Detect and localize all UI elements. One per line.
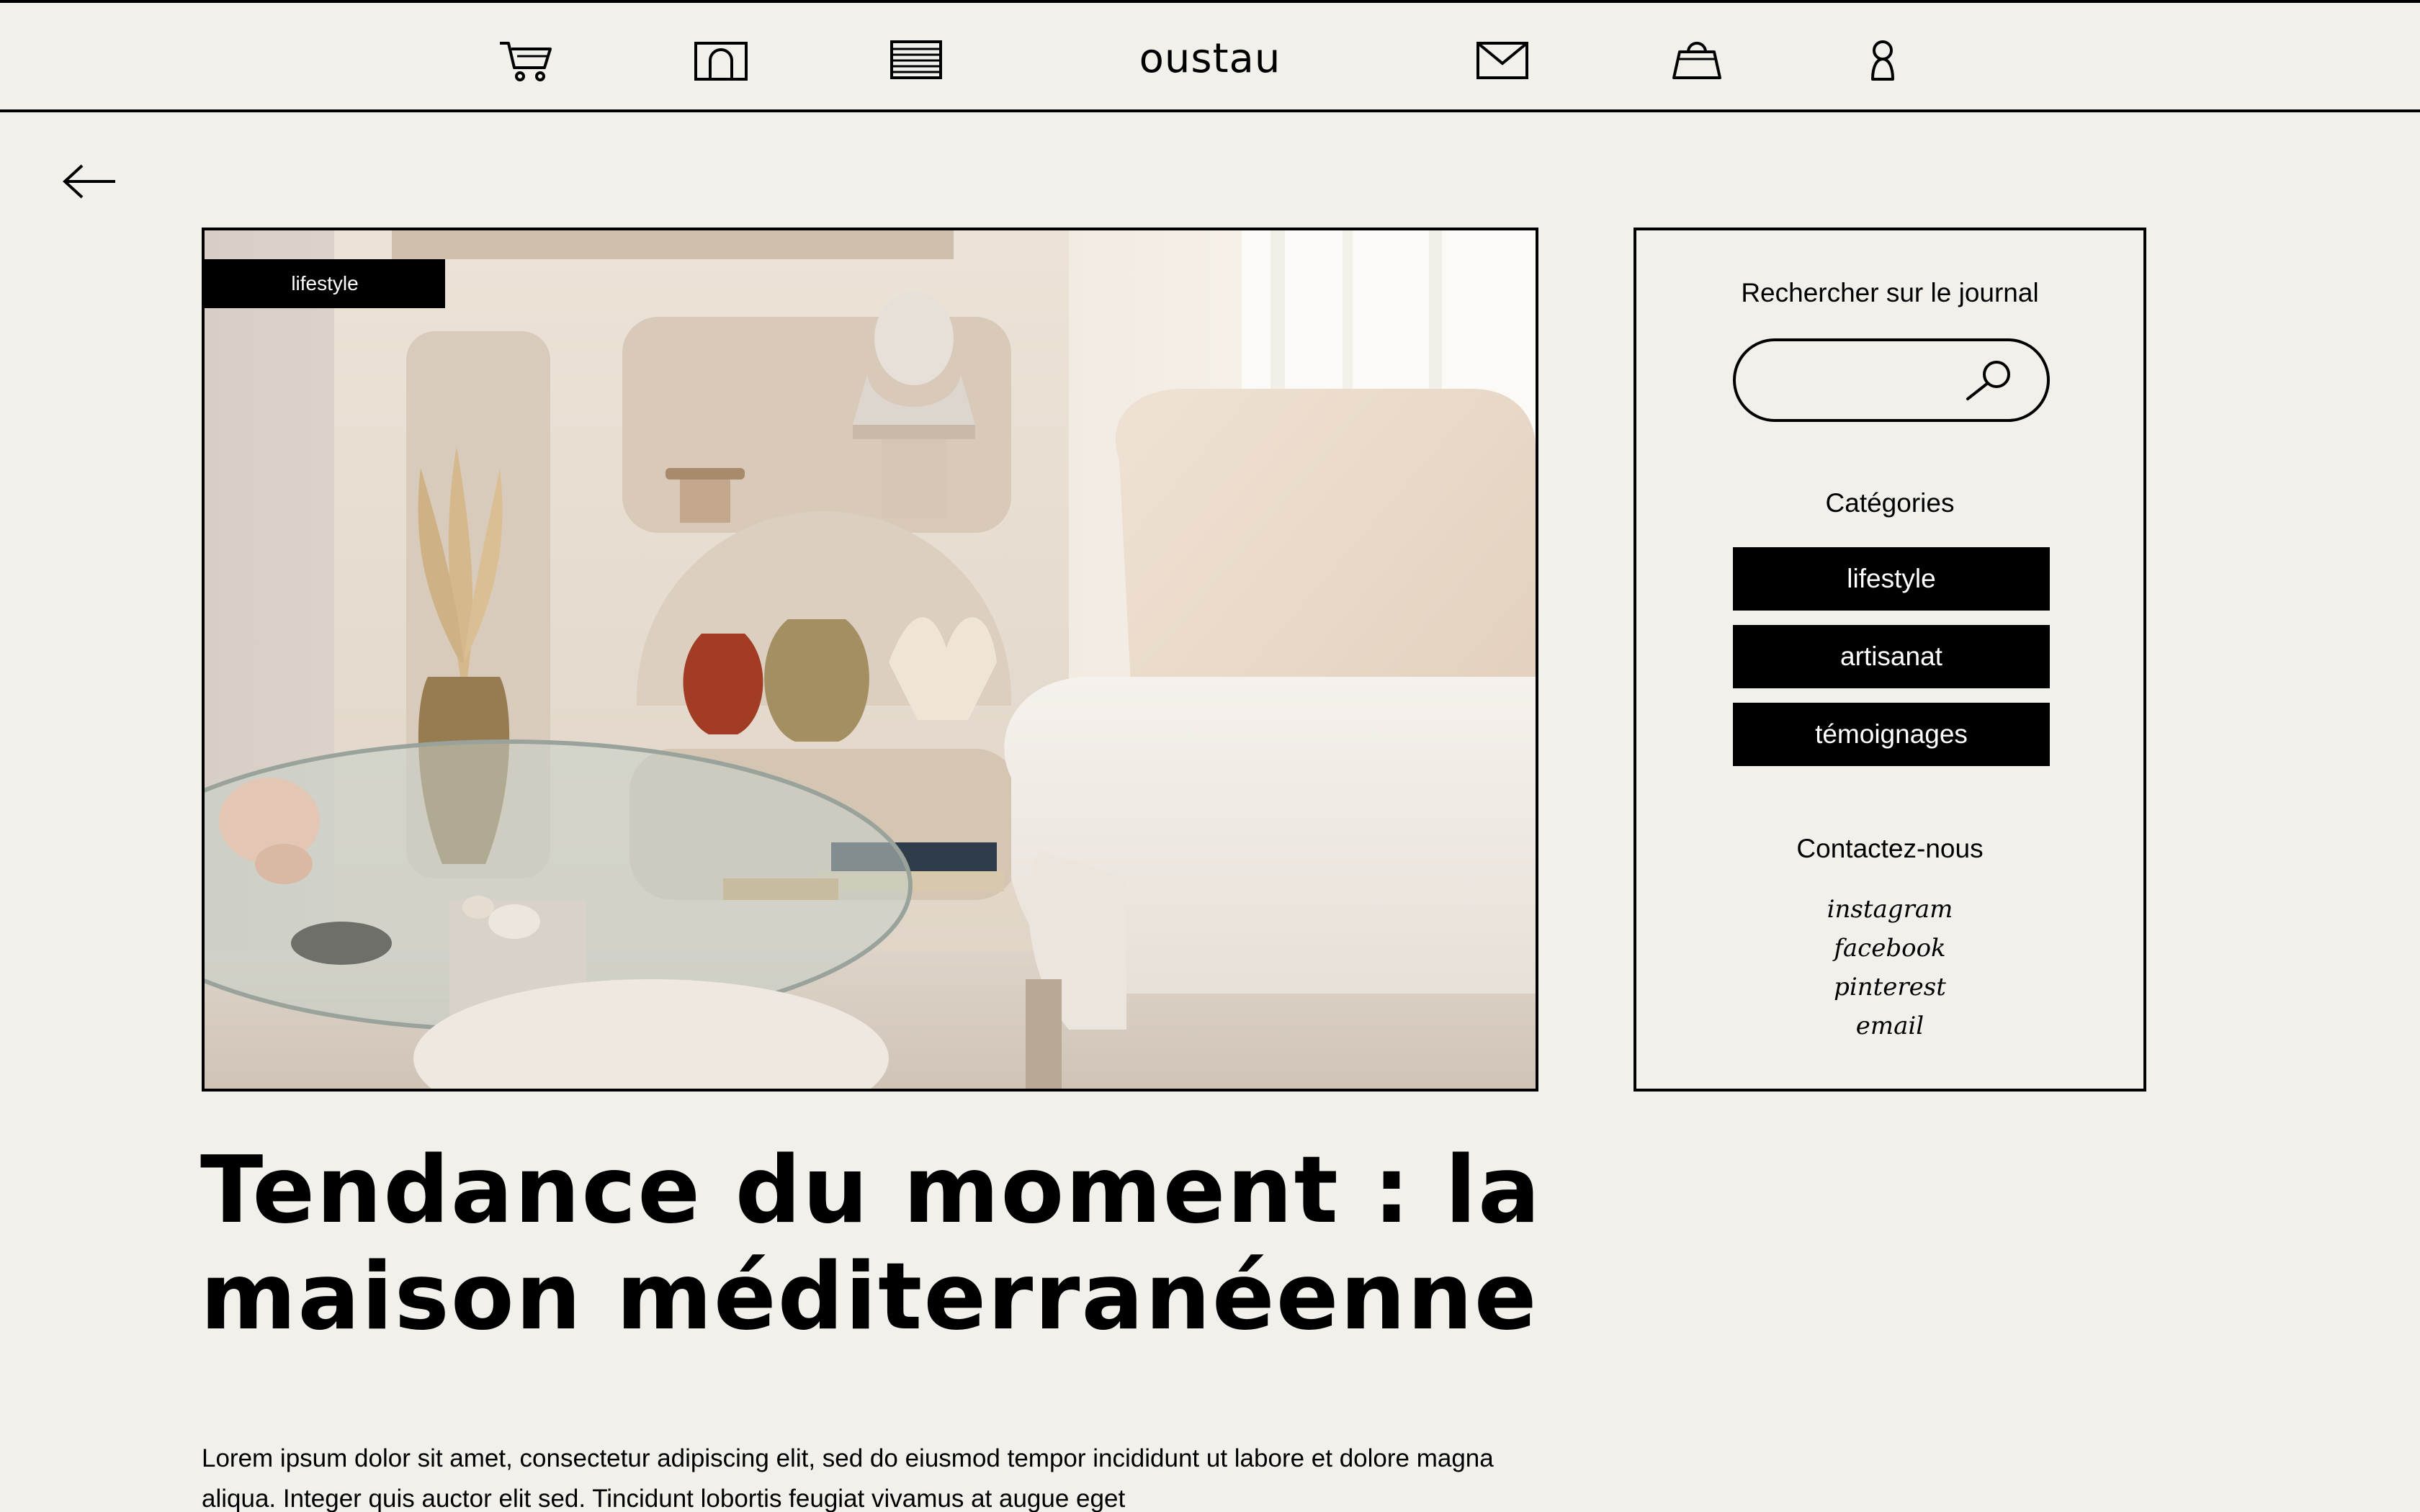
category-tag[interactable]: lifestyle	[205, 259, 445, 308]
article-title: Tendance du moment : la maison méditerra…	[200, 1137, 1542, 1351]
social-link-instagram[interactable]: instagram	[1636, 890, 2143, 929]
category-button-artisanat[interactable]: artisanat	[1733, 625, 2050, 688]
sidebar: Rechercher sur le journal Catégories lif…	[1634, 228, 2146, 1092]
top-navigation: oustau	[0, 0, 2420, 112]
article-body: Lorem ipsum dolor sit amet, consectetur …	[202, 1444, 1494, 1512]
search-icon[interactable]	[1960, 357, 2018, 403]
home-icon[interactable]	[693, 37, 749, 84]
category-button-lifestyle[interactable]: lifestyle	[1733, 547, 2050, 611]
search-heading: Rechercher sur le journal	[1741, 278, 2039, 307]
social-link-email[interactable]: email	[1636, 1007, 2143, 1045]
search-field[interactable]	[1733, 338, 2050, 422]
social-link-facebook[interactable]: facebook	[1636, 929, 2143, 968]
search-input[interactable]	[1762, 357, 1966, 405]
mail-icon[interactable]	[1475, 37, 1530, 84]
contact-heading: Contactez-nous	[1796, 834, 1984, 863]
bag-icon[interactable]	[1670, 37, 1724, 84]
brand-logo[interactable]: oustau	[1124, 32, 1296, 86]
hero-image: lifestyle	[202, 228, 1538, 1092]
cart-icon[interactable]	[497, 37, 555, 84]
categories-heading: Catégories	[1825, 488, 1955, 518]
category-button-temoignages[interactable]: témoignages	[1733, 703, 2050, 766]
user-icon[interactable]	[1863, 37, 1903, 84]
list-icon[interactable]	[889, 37, 944, 84]
back-arrow-icon[interactable]	[60, 161, 118, 202]
social-link-pinterest[interactable]: pinterest	[1636, 968, 2143, 1007]
page: oustau lifestyle Rechercher sur le journ…	[0, 0, 2420, 1512]
